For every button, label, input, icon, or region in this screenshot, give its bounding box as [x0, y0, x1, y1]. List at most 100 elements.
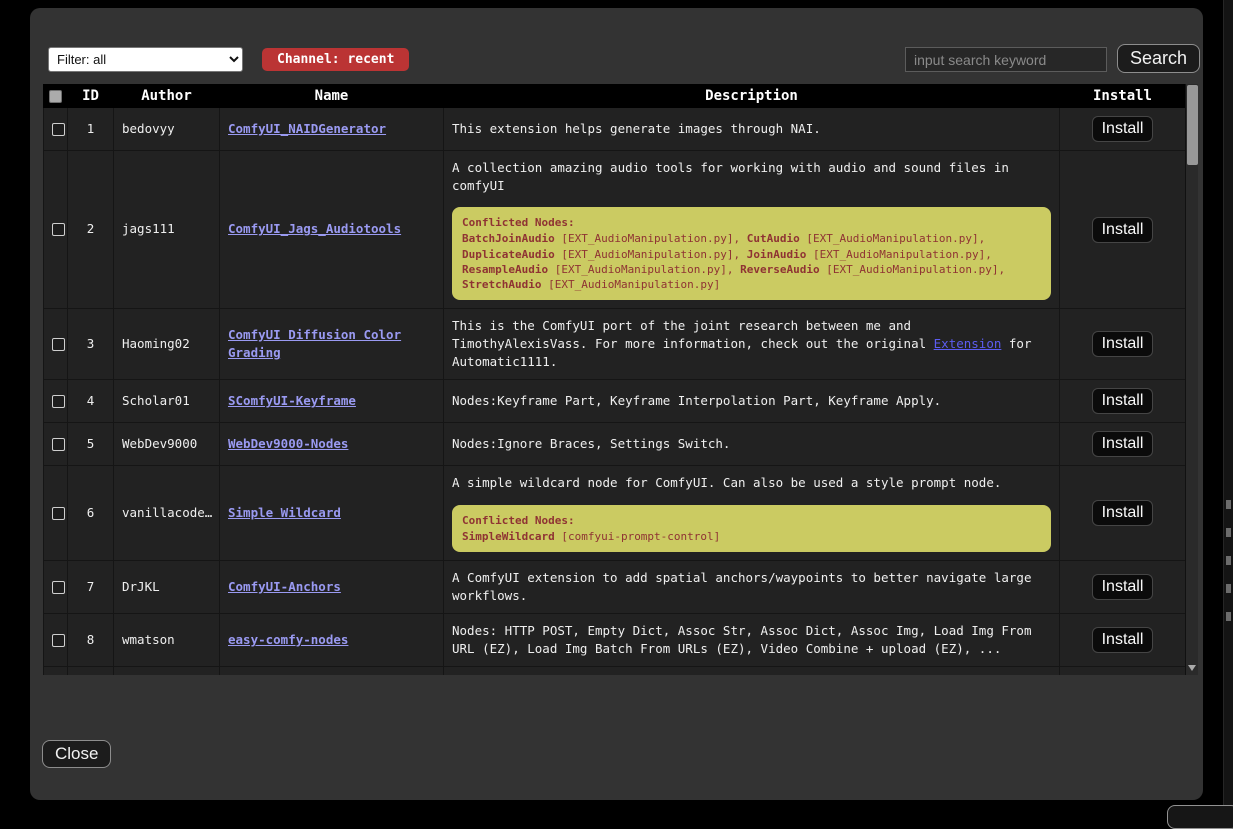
row-install-cell: Install	[1060, 151, 1186, 309]
row-id: 2	[68, 151, 114, 309]
row-name: ComfyUI Diffusion Color Grading	[220, 309, 444, 380]
header-install: Install	[1060, 85, 1186, 108]
row-select-cell	[44, 423, 68, 466]
install-button[interactable]: Install	[1092, 500, 1154, 526]
row-checkbox[interactable]	[52, 581, 65, 594]
row-checkbox[interactable]	[52, 223, 65, 236]
row-description: Nodes: ComfyUI Mexx Styler, ComfyUI Mexx…	[444, 667, 1060, 675]
description-text: Nodes: HTTP POST, Empty Dict, Assoc Str,…	[452, 622, 1051, 658]
edge-artifact	[1226, 500, 1231, 509]
row-id: 5	[68, 423, 114, 466]
install-button[interactable]: Install	[1092, 627, 1154, 653]
filter-select[interactable]: Filter: all	[48, 47, 243, 72]
row-author: Scholar01	[114, 380, 220, 423]
row-checkbox[interactable]	[52, 123, 65, 136]
row-id: 4	[68, 380, 114, 423]
conflict-node-name: StretchAudio	[462, 278, 541, 291]
install-button[interactable]: Install	[1092, 116, 1154, 142]
row-name: SComfyUI-Keyframe	[220, 380, 444, 423]
header-description: Description	[444, 85, 1060, 108]
table-row: 9SoftMengComfyUI_Mexx_StylerNodes: Comfy…	[44, 667, 1186, 675]
description-text: A simple wildcard node for ComfyUI. Can …	[452, 474, 1051, 492]
conflict-node-name: DuplicateAudio	[462, 248, 555, 261]
select-all-cell	[44, 85, 68, 108]
conflict-node-name: BatchJoinAudio	[462, 232, 555, 245]
row-checkbox[interactable]	[52, 395, 65, 408]
table-row: 4Scholar01 SComfyUI-Keyframe Nodes:Keyfram…	[44, 380, 1186, 423]
install-button[interactable]: Install	[1092, 431, 1154, 457]
table-row: 6vanillacode…Simple WildcardA simple wil…	[44, 466, 1186, 560]
table-row: 1bedovyyComfyUI_NAIDGeneratorThis extens…	[44, 108, 1186, 151]
row-id: 7	[68, 560, 114, 613]
header-author: Author	[114, 85, 220, 108]
row-description: Nodes:Keyframe Part, Keyframe Interpolat…	[444, 380, 1060, 423]
description-text: A collection amazing audio tools for wor…	[452, 159, 1051, 195]
description-text: A ComfyUI extension to add spatial ancho…	[452, 569, 1051, 605]
node-name-link[interactable]: ComfyUI_NAIDGenerator	[228, 121, 386, 136]
partial-corner-button[interactable]	[1167, 805, 1233, 829]
node-name-link[interactable]: ComfyUI-Anchors	[228, 579, 341, 594]
scroll-down-arrow-icon[interactable]	[1188, 665, 1196, 671]
conflict-node-name: JoinAudio	[747, 248, 807, 261]
row-description: This extension helps generate images thr…	[444, 108, 1060, 151]
conflict-node-name: ReverseAudio	[740, 263, 819, 276]
row-install-cell: Install	[1060, 614, 1186, 667]
close-button[interactable]: Close	[42, 740, 111, 768]
row-description: Nodes: HTTP POST, Empty Dict, Assoc Str,…	[444, 614, 1060, 667]
conflicted-nodes-title: Conflicted Nodes:	[462, 215, 1041, 230]
node-name-link[interactable]: WebDev9000-Nodes	[228, 436, 348, 451]
search-button[interactable]: Search	[1117, 44, 1200, 73]
select-all-checkbox[interactable]	[49, 90, 62, 103]
search-input[interactable]	[905, 47, 1107, 72]
install-button[interactable]: Install	[1092, 331, 1154, 357]
row-name: easy-comfy-nodes	[220, 614, 444, 667]
row-checkbox[interactable]	[52, 338, 65, 351]
install-button[interactable]: Install	[1092, 217, 1154, 243]
conflicted-nodes-box: Conflicted Nodes:BatchJoinAudio [EXT_Aud…	[452, 207, 1051, 300]
conflicted-nodes-title: Conflicted Nodes:	[462, 513, 1041, 528]
row-install-cell: Install	[1060, 309, 1186, 380]
row-author: SoftMeng	[114, 667, 220, 675]
row-name: Simple Wildcard	[220, 466, 444, 560]
table-row: 5WebDev9000WebDev9000-NodesNodes:Ignore …	[44, 423, 1186, 466]
node-name-link[interactable]: SComfyUI-Keyframe	[228, 393, 356, 408]
table-body: 1bedovyyComfyUI_NAIDGeneratorThis extens…	[44, 108, 1186, 676]
row-author: wmatson	[114, 614, 220, 667]
description-text: This extension helps generate images thr…	[452, 120, 1051, 138]
conflict-node-name: CutAudio	[747, 232, 800, 245]
row-install-cell: Install	[1060, 108, 1186, 151]
table-scrollbar[interactable]	[1185, 84, 1198, 675]
row-select-cell	[44, 466, 68, 560]
custom-nodes-table-area: ID Author Name Description Install 1bedo…	[43, 84, 1198, 675]
row-name: ComfyUI-Anchors	[220, 560, 444, 613]
channel-badge[interactable]: Channel: recent	[262, 48, 409, 71]
edge-artifact	[1226, 612, 1231, 621]
node-name-link[interactable]: ComfyUI_Jags_Audiotools	[228, 221, 401, 236]
page-scrollbar[interactable]	[1223, 0, 1233, 815]
table-row: 7DrJKLComfyUI-AnchorsA ComfyUI extension…	[44, 560, 1186, 613]
install-button[interactable]: Install	[1092, 388, 1154, 414]
edge-artifact	[1226, 556, 1231, 565]
node-name-link[interactable]: easy-comfy-nodes	[228, 632, 348, 647]
row-name: ComfyUI_Mexx_Styler	[220, 667, 444, 675]
row-checkbox[interactable]	[52, 438, 65, 451]
row-name: WebDev9000-Nodes	[220, 423, 444, 466]
row-description: A simple wildcard node for ComfyUI. Can …	[444, 466, 1060, 560]
row-checkbox[interactable]	[52, 507, 65, 520]
install-button[interactable]: Install	[1092, 574, 1154, 600]
node-name-link[interactable]: ComfyUI Diffusion Color Grading	[228, 327, 401, 360]
row-install-cell: Install	[1060, 466, 1186, 560]
row-id: 1	[68, 108, 114, 151]
table-row: 3Haoming02ComfyUI Diffusion Color Gradin…	[44, 309, 1186, 380]
description-link[interactable]: Extension	[934, 336, 1002, 351]
row-name: ComfyUI_Jags_Audiotools	[220, 151, 444, 309]
row-author: jags111	[114, 151, 220, 309]
table-scrollbar-thumb[interactable]	[1187, 85, 1198, 165]
row-install-cell: Install	[1060, 423, 1186, 466]
row-checkbox[interactable]	[52, 634, 65, 647]
description-text: Nodes:Keyframe Part, Keyframe Interpolat…	[452, 392, 1051, 410]
row-author: WebDev9000	[114, 423, 220, 466]
node-name-link[interactable]: Simple Wildcard	[228, 505, 341, 520]
row-select-cell	[44, 380, 68, 423]
description-text: This is the ComfyUI port of the joint re…	[452, 317, 1051, 371]
